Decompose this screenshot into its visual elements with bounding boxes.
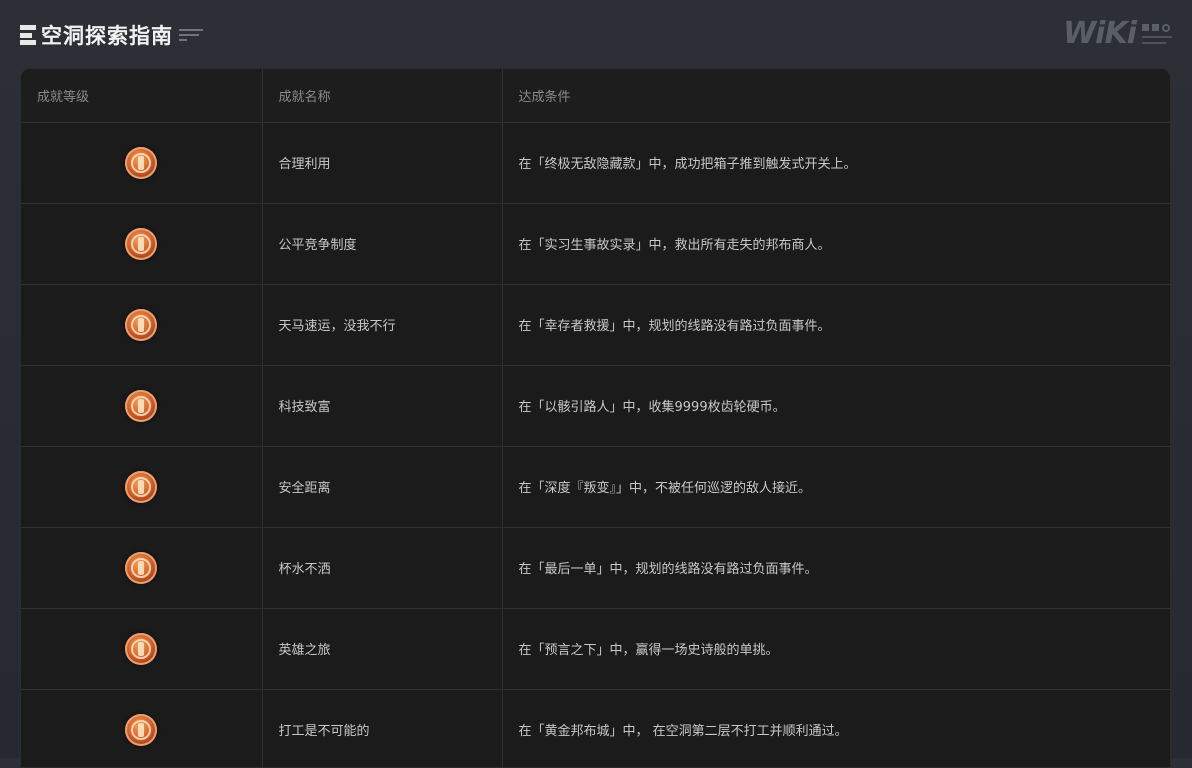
achievement-name: 公平竞争制度 (262, 203, 503, 285)
wiki-logo-decoration-icon (1142, 24, 1172, 44)
achievement-name: 科技致富 (262, 365, 503, 447)
bronze-medal-icon (125, 146, 158, 179)
achievement-condition: 在「最后一单」中，规划的线路没有路过负面事件。 (502, 527, 1170, 609)
table-row: 杯水不洒 在「最后一单」中，规划的线路没有路过负面事件。 (21, 527, 1170, 609)
achievement-name: 英雄之旅 (262, 608, 503, 690)
achievement-level-cell (21, 689, 263, 767)
site-brand[interactable]: 空洞探索指南 (20, 22, 203, 48)
column-header-condition: 达成条件 (502, 69, 1170, 123)
bronze-medal-icon (125, 632, 158, 665)
achievement-name: 天马速运，没我不行 (262, 284, 503, 366)
column-header-level: 成就等级 (21, 69, 263, 123)
achievement-level-cell (21, 608, 263, 690)
page-header: 空洞探索指南 WiKi (0, 0, 1192, 68)
achievement-name: 杯水不洒 (262, 527, 503, 609)
achievement-name: 合理利用 (262, 122, 503, 204)
column-header-name: 成就名称 (262, 69, 503, 123)
achievement-condition: 在「实习生事故实录」中，救出所有走失的邦布商人。 (502, 203, 1170, 285)
page-title: 空洞探索指南 (41, 24, 173, 48)
achievement-condition: 在「以骸引路人」中，收集9999枚齿轮硬币。 (502, 365, 1170, 447)
bronze-medal-icon (125, 308, 158, 341)
achievement-condition: 在「终极无敌隐藏款」中，成功把箱子推到触发式开关上。 (502, 122, 1170, 204)
achievement-condition: 在「幸存者救援」中，规划的线路没有路过负面事件。 (502, 284, 1170, 366)
achievement-level-cell (21, 527, 263, 609)
wiki-logo-text: WiKi (1063, 16, 1137, 51)
achievement-level-cell (21, 365, 263, 447)
achievement-level-cell (21, 122, 263, 204)
table-header-row: 成就等级 成就名称 达成条件 (21, 69, 1170, 123)
achievement-level-cell (21, 203, 263, 285)
achievement-level-cell (21, 284, 263, 366)
achievement-condition: 在「黄金邦布城」中， 在空洞第二层不打工并顺利通过。 (502, 689, 1170, 767)
table-row: 天马速运，没我不行 在「幸存者救援」中，规划的线路没有路过负面事件。 (21, 284, 1170, 366)
table-row: 安全距离 在「深度『叛变』」中，不被任何巡逻的敌人接近。 (21, 446, 1170, 528)
table-row: 打工是不可能的 在「黄金邦布城」中， 在空洞第二层不打工并顺利通过。 (21, 689, 1170, 767)
table-row: 英雄之旅 在「预言之下」中，赢得一场史诗般的单挑。 (21, 608, 1170, 690)
bronze-medal-icon (125, 389, 158, 422)
achievement-table-card: 成就等级 成就名称 达成条件 合理利用 在「终极无敌隐藏款」中，成功把箱子推到触… (20, 68, 1171, 768)
table-row: 科技致富 在「以骸引路人」中，收集9999枚齿轮硬币。 (21, 365, 1170, 447)
achievement-name: 安全距离 (262, 446, 503, 528)
table-row: 公平竞争制度 在「实习生事故实录」中，救出所有走失的邦布商人。 (21, 203, 1170, 285)
achievement-condition: 在「深度『叛变』」中，不被任何巡逻的敌人接近。 (502, 446, 1170, 528)
achievement-level-cell (21, 446, 263, 528)
wiki-logo[interactable]: WiKi (1063, 18, 1172, 50)
bronze-medal-icon (125, 551, 158, 584)
brand-logo-icon (20, 25, 36, 45)
brand-decoration (179, 29, 203, 41)
table-row: 合理利用 在「终极无敌隐藏款」中，成功把箱子推到触发式开关上。 (21, 122, 1170, 204)
bronze-medal-icon (125, 227, 158, 260)
bronze-medal-icon (125, 470, 158, 503)
achievement-condition: 在「预言之下」中，赢得一场史诗般的单挑。 (502, 608, 1170, 690)
bronze-medal-icon (125, 713, 158, 746)
achievement-name: 打工是不可能的 (262, 689, 503, 767)
achievement-table: 成就等级 成就名称 达成条件 合理利用 在「终极无敌隐藏款」中，成功把箱子推到触… (21, 69, 1170, 767)
